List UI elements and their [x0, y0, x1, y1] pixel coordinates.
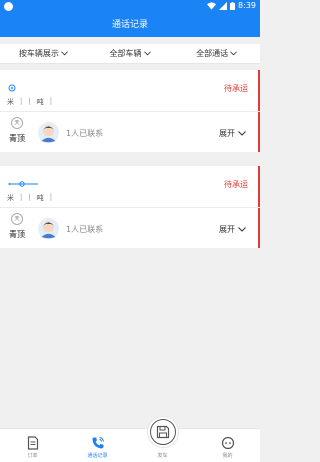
bottom-tab-bar: 订单 通话记录 发车 我的 — [0, 416, 260, 462]
divider: | — [49, 97, 53, 105]
status-bar-right: 8:39 — [207, 1, 256, 10]
cargo-units: 米 | | 吨 | — [7, 97, 52, 107]
phone-icon — [92, 437, 104, 449]
tab-label: 通话记录 — [87, 453, 108, 459]
card-header: 米 | | 吨 | 待承运 — [0, 166, 260, 208]
battery-icon — [230, 1, 236, 10]
route-icon — [8, 181, 38, 187]
contact-status: 1人已联系 — [66, 225, 104, 234]
tab-label: 发车 — [157, 453, 168, 459]
chevron-down-icon — [230, 51, 238, 56]
status-time: 8:39 — [238, 1, 256, 10]
expand-button[interactable]: 展开 — [219, 128, 246, 139]
tab-mine[interactable]: 我的 — [195, 429, 260, 462]
dispatch-button[interactable] — [146, 416, 179, 448]
expand-button[interactable]: 展开 — [219, 224, 246, 235]
avatar — [38, 122, 59, 143]
card-footer: 天 青顶 1人已联系 展开 — [0, 112, 260, 152]
weight-unit: 吨 — [36, 98, 44, 106]
wifi-icon — [207, 1, 217, 10]
tab-dispatch[interactable]: 发车 — [130, 416, 195, 462]
divider: | — [20, 193, 23, 201]
filter-bar: 按车辆展示 全部车辆 全部通话 — [0, 44, 260, 64]
document-icon — [27, 436, 38, 450]
face-icon — [221, 436, 234, 450]
avatar — [38, 218, 59, 239]
place-name: 青顶 — [9, 134, 25, 143]
divider: | — [28, 97, 31, 105]
status-bar: 8:39 — [0, 0, 260, 13]
chevron-down-icon — [238, 227, 246, 232]
tab-label: 我的 — [222, 453, 233, 459]
expand-label: 展开 — [219, 225, 235, 234]
filter-calls[interactable]: 全部通话 — [173, 44, 260, 63]
contact-status: 1人已联系 — [66, 129, 104, 138]
notification-icon — [4, 2, 13, 11]
chevron-down-icon — [60, 51, 68, 56]
day-circle-icon: 天 — [11, 213, 23, 225]
page-title: 通话记录 — [0, 13, 260, 37]
route-icon — [8, 84, 16, 92]
day-circle-icon: 天 — [11, 117, 23, 129]
chevron-down-icon — [143, 51, 151, 56]
order-card[interactable]: 米 | | 吨 | 待承运 天 青顶 1人已联系 展开 — [0, 166, 260, 248]
filter-vehicles[interactable]: 全部车辆 — [87, 44, 174, 63]
expand-label: 展开 — [219, 129, 235, 138]
card-header: 米 | | 吨 | 待承运 — [0, 70, 260, 112]
cargo-units: 米 | | 吨 | — [7, 193, 52, 203]
dispatch-inner — [149, 419, 176, 445]
status-badge: 待承运 — [224, 84, 248, 93]
card-footer: 天 青顶 1人已联系 展开 — [0, 208, 260, 248]
filter-label: 全部通话 — [196, 49, 229, 58]
order-card[interactable]: 米 | | 吨 | 待承运 天 青顶 1人已联系 展开 — [0, 70, 260, 152]
length-unit: 米 — [7, 194, 14, 202]
signal-icon — [219, 1, 228, 10]
tab-label: 订单 — [27, 453, 38, 459]
divider: | — [20, 97, 23, 105]
divider: | — [49, 193, 53, 201]
divider: | — [28, 193, 31, 201]
filter-label: 全部车辆 — [109, 49, 142, 58]
filter-display-mode[interactable]: 按车辆展示 — [0, 44, 87, 63]
tab-orders[interactable]: 订单 — [0, 429, 65, 462]
save-icon — [156, 425, 169, 439]
filter-label: 按车辆展示 — [18, 49, 59, 58]
place-name: 青顶 — [9, 230, 25, 239]
weight-unit: 吨 — [36, 194, 44, 202]
tab-call-records[interactable]: 通话记录 — [65, 429, 130, 462]
length-unit: 米 — [7, 98, 14, 106]
status-badge: 待承运 — [224, 180, 248, 189]
chevron-down-icon — [238, 131, 246, 136]
